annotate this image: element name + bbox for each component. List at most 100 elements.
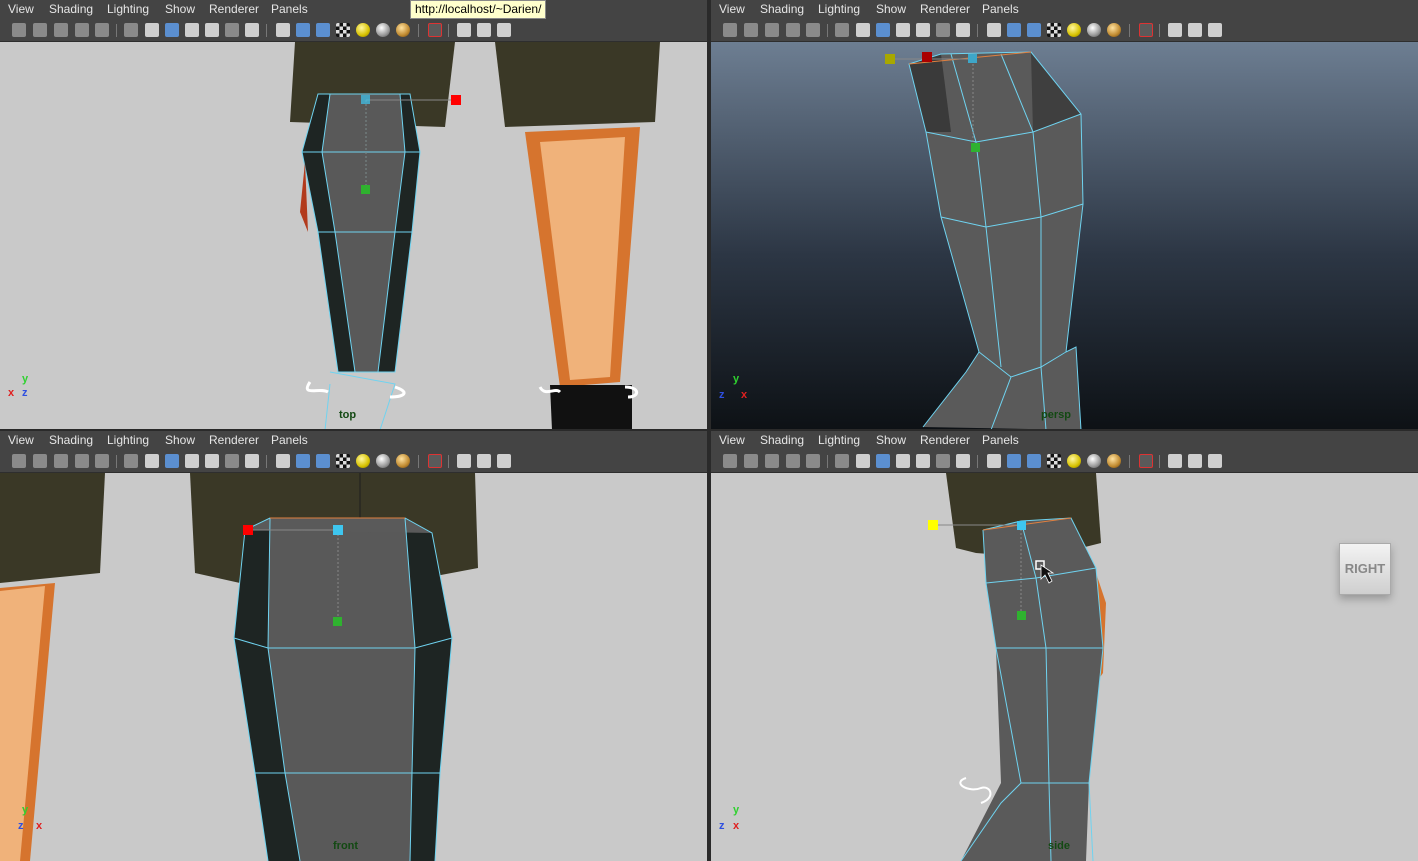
selected-light-icon[interactable] (1107, 23, 1121, 37)
camera-attr-icon[interactable] (33, 454, 47, 468)
menu-panels[interactable]: Panels (982, 2, 1019, 16)
default-light-icon[interactable] (356, 454, 370, 468)
all-lights-icon[interactable] (1087, 454, 1101, 468)
smooth-shade-icon[interactable] (856, 454, 870, 468)
xray-icon[interactable] (205, 454, 219, 468)
wireframe-icon[interactable] (835, 454, 849, 468)
default-light-icon[interactable] (356, 23, 370, 37)
cube-wire-icon[interactable] (276, 454, 290, 468)
default-material-icon[interactable] (896, 454, 910, 468)
camera-attr-icon[interactable] (744, 23, 758, 37)
bookmark-icon[interactable] (54, 454, 68, 468)
shadows-icon[interactable] (936, 454, 950, 468)
all-lights-icon[interactable] (376, 454, 390, 468)
isolate-icon[interactable] (457, 23, 471, 37)
bookmark-icon[interactable] (765, 454, 779, 468)
checker-icon[interactable] (336, 454, 350, 468)
menu-lighting[interactable]: Lighting (107, 433, 149, 447)
cube-textured-icon[interactable] (1027, 23, 1041, 37)
shadows-icon[interactable] (936, 23, 950, 37)
menu-panels[interactable]: Panels (271, 2, 308, 16)
menu-renderer[interactable]: Renderer (920, 433, 970, 447)
menu-show[interactable]: Show (165, 433, 195, 447)
isolate-icon[interactable] (457, 454, 471, 468)
cube-textured-icon[interactable] (316, 454, 330, 468)
cube-wire-icon[interactable] (276, 23, 290, 37)
viewport-canvas-front[interactable]: front y z x (0, 473, 707, 861)
viewcube-right[interactable]: RIGHT (1339, 543, 1391, 595)
menu-renderer[interactable]: Renderer (209, 2, 259, 16)
cube-shaded-icon[interactable] (296, 454, 310, 468)
cube-textured-icon[interactable] (1027, 454, 1041, 468)
menu-view[interactable]: View (8, 433, 34, 447)
menu-lighting[interactable]: Lighting (818, 2, 860, 16)
share-icon[interactable] (1208, 454, 1222, 468)
grid-icon[interactable] (806, 454, 820, 468)
text-icon[interactable] (245, 23, 259, 37)
share-icon[interactable] (497, 454, 511, 468)
grid-icon[interactable] (806, 23, 820, 37)
cube-wire-icon[interactable] (987, 454, 1001, 468)
image-plane-icon[interactable] (786, 23, 800, 37)
select-icon[interactable] (428, 454, 442, 468)
wireframe-icon[interactable] (835, 23, 849, 37)
default-material-icon[interactable] (185, 454, 199, 468)
viewport-canvas-persp[interactable]: persp y z x (711, 42, 1418, 430)
menu-renderer[interactable]: Renderer (920, 2, 970, 16)
text-icon[interactable] (956, 454, 970, 468)
image-plane-icon[interactable] (75, 23, 89, 37)
checker-icon[interactable] (1047, 454, 1061, 468)
grid-icon[interactable] (95, 454, 109, 468)
shadows-icon[interactable] (225, 23, 239, 37)
default-material-icon[interactable] (185, 23, 199, 37)
xray-icon[interactable] (916, 454, 930, 468)
cube-shaded-icon[interactable] (1007, 23, 1021, 37)
cube-shaded-icon[interactable] (296, 23, 310, 37)
xray-icon[interactable] (916, 23, 930, 37)
resolution-gate-icon[interactable] (477, 454, 491, 468)
menu-show[interactable]: Show (876, 2, 906, 16)
shadows-icon[interactable] (225, 454, 239, 468)
panel-divider[interactable] (0, 429, 1418, 431)
menu-view[interactable]: View (719, 2, 745, 16)
viewport-canvas-top[interactable]: top y x z (0, 42, 707, 430)
grid-icon[interactable] (95, 23, 109, 37)
viewport-panel-front[interactable]: View Shading Lighting Show Renderer Pane… (0, 431, 707, 861)
camera-attr-icon[interactable] (33, 23, 47, 37)
viewport-canvas-side[interactable]: RIGHT side y z x (711, 473, 1418, 861)
viewport-panel-persp[interactable]: View Shading Lighting Show Renderer Pane… (711, 0, 1418, 430)
default-light-icon[interactable] (1067, 23, 1081, 37)
all-lights-icon[interactable] (1087, 23, 1101, 37)
image-plane-icon[interactable] (786, 454, 800, 468)
menu-panels[interactable]: Panels (271, 433, 308, 447)
checker-icon[interactable] (1047, 23, 1061, 37)
menu-shading[interactable]: Shading (760, 433, 804, 447)
text-icon[interactable] (245, 454, 259, 468)
viewport-panel-side[interactable]: View Shading Lighting Show Renderer Pane… (711, 431, 1418, 861)
menu-shading[interactable]: Shading (49, 2, 93, 16)
textured-icon[interactable] (165, 454, 179, 468)
selected-light-icon[interactable] (396, 454, 410, 468)
cube-textured-icon[interactable] (316, 23, 330, 37)
smooth-shade-icon[interactable] (856, 23, 870, 37)
default-light-icon[interactable] (1067, 454, 1081, 468)
wireframe-icon[interactable] (124, 23, 138, 37)
smooth-shade-icon[interactable] (145, 23, 159, 37)
menu-shading[interactable]: Shading (49, 433, 93, 447)
smooth-shade-icon[interactable] (145, 454, 159, 468)
default-material-icon[interactable] (896, 23, 910, 37)
bookmark-icon[interactable] (765, 23, 779, 37)
xray-icon[interactable] (205, 23, 219, 37)
isolate-icon[interactable] (1168, 454, 1182, 468)
resolution-gate-icon[interactable] (1188, 23, 1202, 37)
isolate-icon[interactable] (1168, 23, 1182, 37)
selected-light-icon[interactable] (1107, 454, 1121, 468)
selected-light-icon[interactable] (396, 23, 410, 37)
menu-show[interactable]: Show (165, 2, 195, 16)
text-icon[interactable] (956, 23, 970, 37)
checker-icon[interactable] (336, 23, 350, 37)
menu-view[interactable]: View (719, 433, 745, 447)
menu-lighting[interactable]: Lighting (818, 433, 860, 447)
cube-wire-icon[interactable] (987, 23, 1001, 37)
share-icon[interactable] (1208, 23, 1222, 37)
